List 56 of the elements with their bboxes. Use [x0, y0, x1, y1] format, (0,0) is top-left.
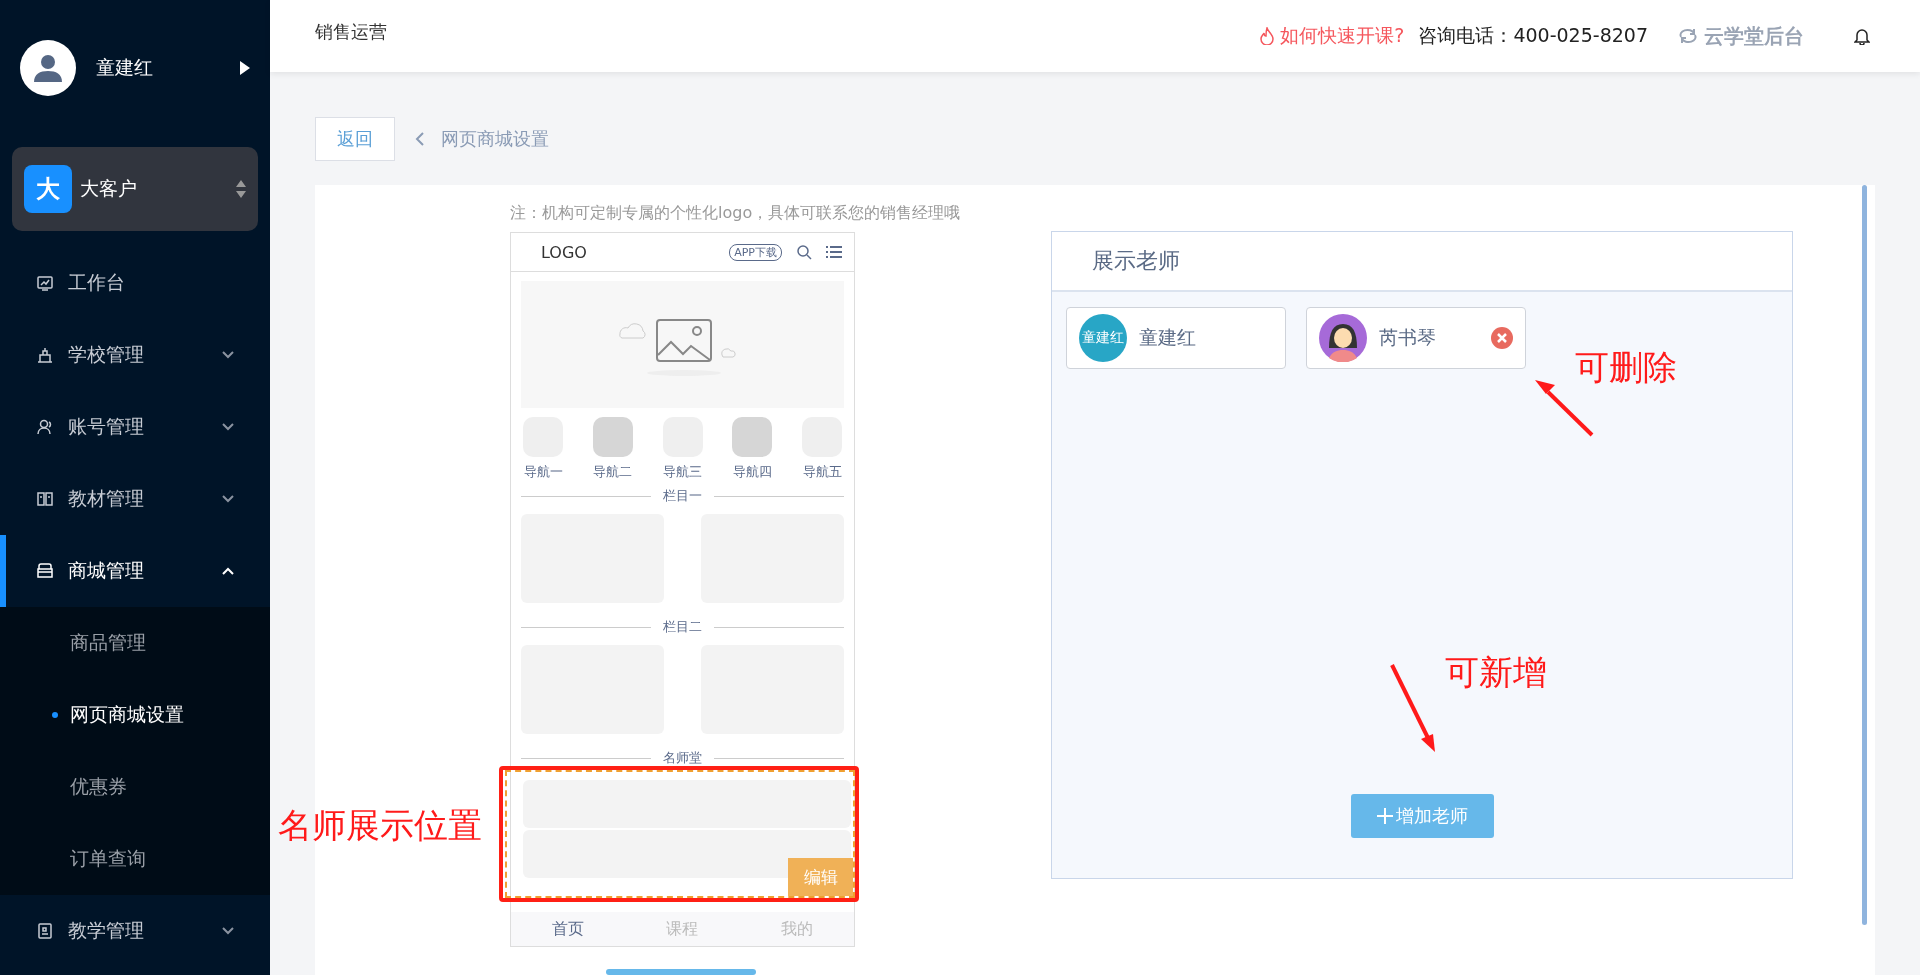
note-text: 注：机构可定制专属的个性化logo，具体可联系您的销售经理哦 — [510, 203, 961, 224]
menu-item[interactable]: 学校管理 — [0, 319, 270, 391]
delete-icon[interactable] — [1491, 327, 1513, 349]
store-icon — [36, 562, 54, 580]
user-icon — [36, 418, 54, 436]
bell-icon[interactable] — [1854, 27, 1870, 45]
search-icon — [796, 244, 812, 260]
teacher-avatar: 童建红 — [1079, 314, 1127, 362]
section-title: 栏目二 — [663, 618, 702, 636]
breadcrumb-current: 网页商城设置 — [441, 127, 549, 151]
tab[interactable]: 首页 — [546, 917, 591, 941]
submenu-item[interactable]: 商品管理 — [0, 607, 270, 679]
menu-item[interactable]: 教学管理 — [0, 895, 270, 967]
menu-item[interactable]: 教材管理 — [0, 463, 270, 535]
refresh-icon — [1678, 28, 1698, 44]
annotation-text: 名师展示位置 — [278, 804, 482, 847]
nav-label: 导航四 — [732, 463, 772, 481]
panel-title: 展示老师 — [1092, 247, 1180, 275]
annotation-text: 可新增 — [1445, 651, 1547, 694]
nav-label: 导航二 — [593, 463, 633, 481]
plus-icon — [1376, 807, 1394, 825]
id-card-icon — [36, 922, 54, 940]
user-name[interactable]: 童建红 — [96, 54, 220, 81]
nav-label: 导航五 — [802, 463, 842, 481]
app-download-badge: APP下载 — [729, 243, 782, 261]
book-icon — [36, 490, 54, 508]
menu-item[interactable]: 商城管理 — [0, 535, 270, 607]
org-switcher[interactable]: 大 大客户 — [12, 147, 258, 231]
teacher-card[interactable]: 童建红 童建红 — [1066, 307, 1286, 369]
nav-label: 导航三 — [663, 463, 702, 481]
chevron-left-icon[interactable] — [415, 131, 425, 147]
caret-icon[interactable] — [240, 60, 250, 75]
menu-icon — [826, 245, 842, 259]
teacher-avatar-icon — [1319, 314, 1367, 362]
submenu-item[interactable]: 订单查询 — [0, 823, 270, 895]
menu-item[interactable]: 账号管理 — [0, 391, 270, 463]
nav-label: 导航一 — [523, 463, 563, 481]
submenu-item[interactable]: 优惠券 — [0, 751, 270, 823]
scrollbar[interactable] — [1862, 185, 1867, 925]
logo-text: LOGO — [541, 242, 587, 262]
org-badge: 大 — [24, 165, 72, 213]
teacher-card[interactable]: 芮书琴 — [1306, 307, 1526, 369]
annotation-text: 可删除 — [1575, 346, 1677, 389]
nav-tile — [732, 417, 773, 457]
chart-icon — [36, 274, 54, 292]
building-icon — [36, 346, 54, 364]
section-title: 名师堂 — [663, 749, 702, 767]
page-title: 销售运营 — [315, 20, 388, 44]
flame-icon — [1260, 27, 1275, 45]
phone-number: 咨询电话：400-025-8207 — [1418, 23, 1648, 48]
menu-item[interactable]: 工作台 — [0, 247, 270, 319]
section-title: 栏目一 — [663, 487, 702, 505]
sort-icon — [236, 179, 246, 199]
org-name: 大客户 — [80, 176, 138, 201]
nav-tile — [592, 417, 633, 457]
submenu-item[interactable]: 网页商城设置 — [0, 679, 270, 751]
